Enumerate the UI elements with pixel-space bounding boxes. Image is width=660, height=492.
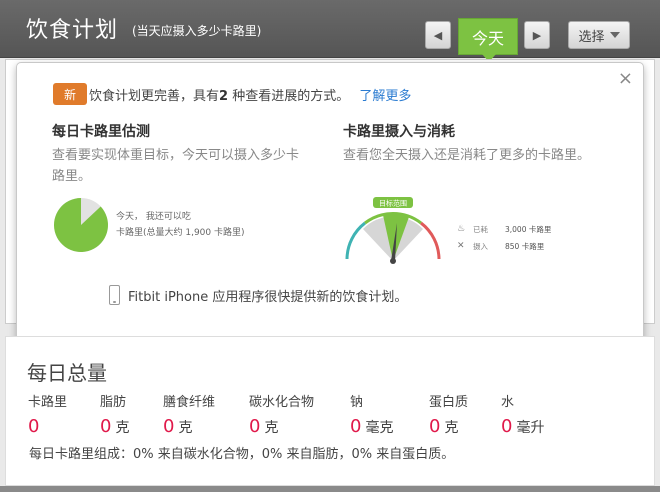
nutrient-carbs: 碳水化合物 0克 bbox=[249, 391, 314, 437]
nutrient-label: 碳水化合物 bbox=[249, 395, 315, 410]
intro-text: 饮食计划更完善，具有2 种查看进展的方式。 了解更多 bbox=[89, 85, 411, 104]
nutrient-sodium: 钠 0 毫克 bbox=[350, 391, 393, 437]
nutrient-value: 0 bbox=[249, 416, 261, 437]
nutrient-label: 膳食纤维 bbox=[163, 395, 216, 410]
calorie-pie-chart bbox=[53, 198, 108, 252]
calorie-breakdown: 每日卡路里组成：0% 来自碳水化合物，0% 来自脂肪，0% 来自蛋白质。 bbox=[29, 447, 455, 462]
nutrient-unit: 毫升 bbox=[516, 420, 545, 436]
close-icon[interactable]: × bbox=[618, 69, 633, 89]
nutrient-value: 0 bbox=[163, 416, 175, 437]
nutrient-unit: 克 bbox=[115, 420, 130, 436]
intro-after: 种查看进展的方式。 bbox=[228, 89, 350, 104]
nutrient-label: 蛋白质 bbox=[429, 395, 469, 410]
iphone-notice-text: Fitbit iPhone 应用程序很快提供新的饮食计划。 bbox=[128, 289, 408, 305]
stat-burned-value: 3,000 卡路里 bbox=[505, 225, 552, 234]
nutrient-label: 水 bbox=[501, 395, 515, 410]
in-vs-out-desc: 查看您全天摄入还是消耗了更多的卡路里。 bbox=[343, 148, 591, 163]
learn-more-link[interactable]: 了解更多 bbox=[359, 89, 411, 104]
stat-eaten-label: 摄入 bbox=[473, 242, 488, 251]
pie-legend-line2: 卡路里(总量大约 1,900 卡路里) bbox=[116, 228, 245, 238]
nutrient-value: 0 bbox=[28, 416, 40, 437]
gauge-arc-low bbox=[345, 221, 366, 260]
footer-strip bbox=[0, 486, 660, 492]
nutrient-unit: 克 bbox=[178, 420, 193, 436]
nutrient-unit: 毫克 bbox=[365, 420, 394, 436]
iphone-notice: Fitbit iPhone 应用程序很快提供新的饮食计划。 bbox=[109, 285, 407, 305]
nutrient-protein: 蛋白质 0克 bbox=[429, 391, 468, 437]
nutrient-value: 0 bbox=[350, 416, 362, 437]
daily-estimate-title: 每日卡路里估测 bbox=[52, 124, 150, 140]
page-subtitle: (当天应摄入多少卡路里) bbox=[132, 24, 262, 38]
gauge-label: 目标范围 bbox=[379, 199, 407, 208]
chevron-right-icon: ▶ bbox=[532, 28, 542, 42]
calorie-balance-gauge: 目标范围 bbox=[345, 197, 441, 264]
nutrient-value: 0 bbox=[100, 416, 112, 437]
daily-totals-title: 每日总量 bbox=[27, 361, 107, 385]
fork-knife-icon: ✕ bbox=[457, 241, 465, 251]
nutrient-value: 0 bbox=[429, 416, 441, 437]
in-vs-out-title: 卡路里摄入与消耗 bbox=[343, 124, 455, 140]
phone-icon bbox=[109, 285, 120, 305]
gauge-arc-high bbox=[420, 221, 441, 260]
pie-legend: 今天， 我还可以吃 卡路里(总量大约 1,900 卡路里) bbox=[116, 209, 245, 241]
chevron-down-icon bbox=[609, 32, 620, 38]
previous-day-button[interactable]: ◀ bbox=[425, 21, 451, 49]
nutrient-label: 卡路里 bbox=[28, 395, 68, 410]
nutrient-label: 脂肪 bbox=[100, 395, 127, 410]
feature-intro-popup: × 新 饮食计划更完善，具有2 种查看进展的方式。 了解更多 每日卡路里估测 查… bbox=[16, 62, 644, 345]
chevron-left-icon: ◀ bbox=[433, 28, 443, 42]
daily-estimate-desc: 查看要实现体重目标，今天可以摄入多少卡路里。 bbox=[52, 148, 300, 184]
today-button[interactable]: 今天 bbox=[458, 18, 518, 62]
next-day-button[interactable]: ▶ bbox=[524, 21, 550, 49]
nutrient-calories: 卡路里 0 bbox=[28, 391, 67, 437]
pie-legend-line1: 今天， 我还可以吃 bbox=[116, 212, 191, 222]
nutrient-value: 0 bbox=[501, 416, 513, 437]
nutrient-water: 水 0 毫升 bbox=[501, 391, 544, 437]
gauge-hub bbox=[390, 258, 396, 264]
gauge-stats: ♨ 已耗 3,000 卡路里 ✕ 摄入 850 卡路里 bbox=[457, 221, 551, 255]
intro-count: 2 bbox=[219, 89, 229, 104]
nutrient-fat: 脂肪 0克 bbox=[100, 391, 129, 437]
stat-eaten-row: ✕ 摄入 850 卡路里 bbox=[457, 238, 551, 255]
daily-totals-panel: 每日总量 卡路里 0 脂肪 0克 膳食纤维 0克 碳水化合物 0克 钠 0 毫克 … bbox=[5, 336, 655, 486]
page-title: 饮食计划 bbox=[26, 18, 119, 43]
select-dropdown[interactable]: 选择 bbox=[568, 21, 630, 49]
nutrient-label: 钠 bbox=[350, 395, 364, 410]
flame-icon: ♨ bbox=[457, 224, 466, 234]
header-bar: 饮食计划 (当天应摄入多少卡路里) ◀ 今天 ▶ 选择 bbox=[0, 0, 660, 62]
select-label: 选择 bbox=[578, 29, 605, 45]
stat-burned-label: 已耗 bbox=[473, 225, 488, 234]
stat-eaten-value: 850 卡路里 bbox=[505, 242, 545, 251]
intro-before: 饮食计划更完善，具有 bbox=[89, 89, 220, 104]
nutrient-unit: 克 bbox=[264, 420, 279, 436]
new-badge: 新 bbox=[53, 83, 87, 105]
nutrient-unit: 克 bbox=[444, 420, 459, 436]
stat-burned-row: ♨ 已耗 3,000 卡路里 bbox=[457, 221, 551, 238]
nutrient-fiber: 膳食纤维 0克 bbox=[163, 391, 215, 437]
